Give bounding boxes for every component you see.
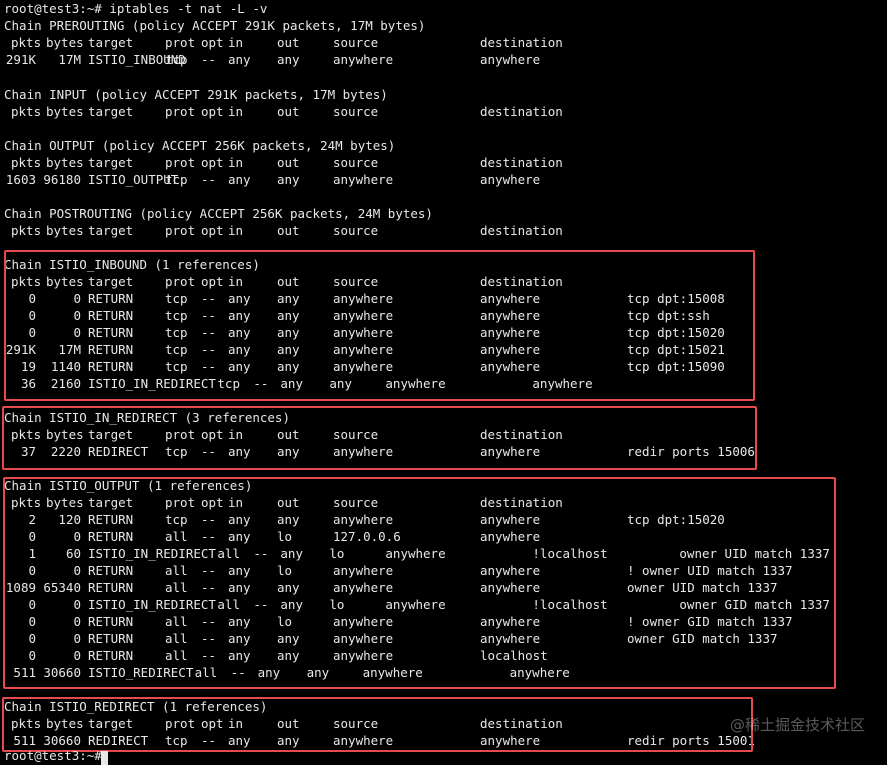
rule-bytes: 96180 [43, 172, 81, 187]
column-header: source [333, 104, 379, 119]
column-header: bytes [46, 35, 84, 50]
rule-in: any [228, 52, 251, 67]
column-header: bytes [46, 104, 84, 119]
column-header: in [228, 223, 244, 238]
chain-title: Chain INPUT (policy ACCEPT 291K packets,… [4, 87, 388, 102]
column-header: target [88, 104, 134, 119]
column-header: out [277, 104, 300, 119]
rule-source: anywhere [333, 172, 394, 187]
column-header: target [88, 223, 134, 238]
rule-pkts: 291K [5, 52, 36, 67]
column-header: prot [165, 155, 196, 170]
column-header: opt [201, 104, 224, 119]
column-header: in [228, 155, 244, 170]
column-header: source [333, 223, 379, 238]
column-header: out [277, 35, 300, 50]
column-header: prot [165, 35, 196, 50]
column-header: prot [165, 223, 196, 238]
column-header: pkts [11, 155, 42, 170]
highlight-box-istio-redirect [2, 697, 753, 752]
shell-prompt: root@test3:~# [4, 748, 102, 763]
chain-title: Chain PREROUTING (policy ACCEPT 291K pac… [4, 18, 426, 33]
column-header: out [277, 223, 300, 238]
terminal-window[interactable]: root@test3:~# iptables -t nat -L -v Chai… [0, 0, 887, 765]
rule-out: any [277, 52, 300, 67]
column-header: destination [480, 155, 563, 170]
column-header: destination [480, 35, 563, 50]
column-header: target [88, 35, 134, 50]
column-header: bytes [46, 223, 84, 238]
column-header: prot [165, 104, 196, 119]
column-header: out [277, 155, 300, 170]
column-header: opt [201, 35, 224, 50]
column-header: in [228, 35, 244, 50]
highlight-box-istio-output [3, 477, 836, 689]
rule-bytes: 17M [58, 52, 81, 67]
rule-opt: -- [201, 172, 217, 187]
column-header: destination [480, 223, 563, 238]
column-header: source [333, 155, 379, 170]
rule-destination: anywhere [480, 172, 541, 187]
rule-source: anywhere [333, 52, 394, 67]
column-header: bytes [46, 155, 84, 170]
rule-opt: -- [201, 52, 217, 67]
terminal-cursor [101, 751, 108, 765]
column-header: target [88, 155, 134, 170]
rule-prot: tcp [165, 52, 188, 67]
highlight-box-istio-in-redirect [2, 406, 757, 470]
chain-title: Chain OUTPUT (policy ACCEPT 256K packets… [4, 138, 396, 153]
watermark-text: @稀土掘金技术社区 [729, 716, 865, 734]
column-header: pkts [11, 223, 42, 238]
rule-pkts: 1603 [5, 172, 36, 187]
rule-prot: tcp [165, 172, 188, 187]
column-header: opt [201, 223, 224, 238]
column-header: destination [480, 104, 563, 119]
column-header: in [228, 104, 244, 119]
column-header: pkts [11, 104, 42, 119]
column-header: opt [201, 155, 224, 170]
chain-title: Chain POSTROUTING (policy ACCEPT 256K pa… [4, 206, 433, 221]
column-header: pkts [11, 35, 42, 50]
rule-out: any [277, 172, 300, 187]
column-header: source [333, 35, 379, 50]
rule-in: any [228, 172, 251, 187]
command-line: root@test3:~# iptables -t nat -L -v [4, 1, 268, 16]
highlight-box-istio-inbound [4, 250, 755, 401]
rule-destination: anywhere [480, 52, 541, 67]
